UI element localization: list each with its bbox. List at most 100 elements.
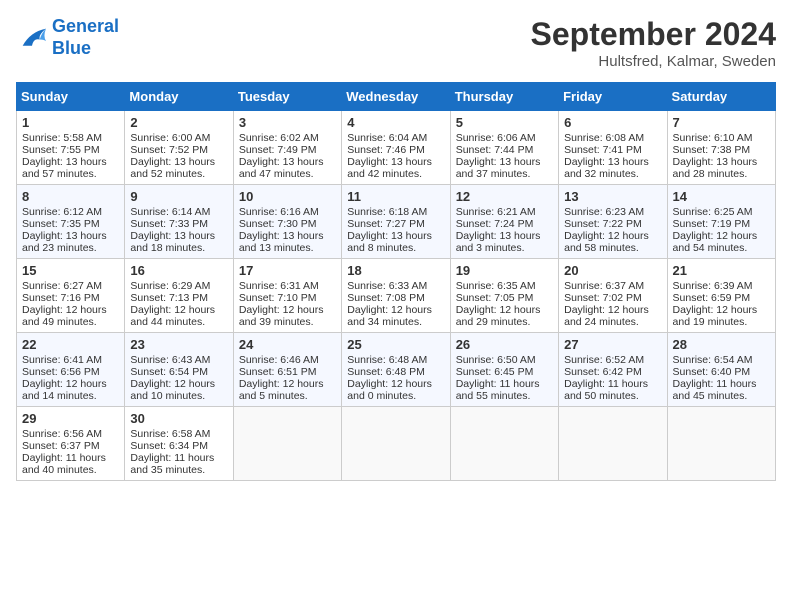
calendar-cell: 4Sunrise: 6:04 AMSunset: 7:46 PMDaylight… xyxy=(342,111,450,185)
sunrise-text: Sunrise: 6:58 AM xyxy=(130,428,210,440)
day-number: 19 xyxy=(456,263,553,278)
day-number: 14 xyxy=(673,189,770,204)
sunset-text: Sunset: 7:33 PM xyxy=(130,218,208,230)
sunrise-text: Sunrise: 6:21 AM xyxy=(456,206,536,218)
day-number: 11 xyxy=(347,189,444,204)
calendar-week-row: 1Sunrise: 5:58 AMSunset: 7:55 PMDaylight… xyxy=(17,111,776,185)
sunset-text: Sunset: 7:49 PM xyxy=(239,144,317,156)
calendar-cell: 24Sunrise: 6:46 AMSunset: 6:51 PMDayligh… xyxy=(233,333,341,407)
logo-icon xyxy=(16,24,48,52)
daylight-text: Daylight: 13 hours and 13 minutes. xyxy=(239,230,324,254)
calendar-cell: 21Sunrise: 6:39 AMSunset: 6:59 PMDayligh… xyxy=(667,259,775,333)
calendar-cell: 11Sunrise: 6:18 AMSunset: 7:27 PMDayligh… xyxy=(342,185,450,259)
sunrise-text: Sunrise: 6:31 AM xyxy=(239,280,319,292)
calendar-cell: 25Sunrise: 6:48 AMSunset: 6:48 PMDayligh… xyxy=(342,333,450,407)
day-number: 8 xyxy=(22,189,119,204)
logo-text: General Blue xyxy=(52,16,119,59)
sunrise-text: Sunrise: 6:41 AM xyxy=(22,354,102,366)
sunset-text: Sunset: 7:19 PM xyxy=(673,218,751,230)
sunset-text: Sunset: 7:41 PM xyxy=(564,144,642,156)
calendar-cell: 13Sunrise: 6:23 AMSunset: 7:22 PMDayligh… xyxy=(559,185,667,259)
column-header-wednesday: Wednesday xyxy=(342,83,450,111)
day-number: 27 xyxy=(564,337,661,352)
daylight-text: Daylight: 11 hours and 35 minutes. xyxy=(130,452,214,476)
sunset-text: Sunset: 7:10 PM xyxy=(239,292,317,304)
day-number: 1 xyxy=(22,115,119,130)
calendar-cell: 9Sunrise: 6:14 AMSunset: 7:33 PMDaylight… xyxy=(125,185,233,259)
sunset-text: Sunset: 6:59 PM xyxy=(673,292,751,304)
calendar-week-row: 15Sunrise: 6:27 AMSunset: 7:16 PMDayligh… xyxy=(17,259,776,333)
sunrise-text: Sunrise: 6:16 AM xyxy=(239,206,319,218)
daylight-text: Daylight: 12 hours and 24 minutes. xyxy=(564,304,649,328)
sunset-text: Sunset: 6:51 PM xyxy=(239,366,317,378)
calendar-cell xyxy=(342,407,450,481)
daylight-text: Daylight: 12 hours and 5 minutes. xyxy=(239,378,324,402)
calendar-cell: 16Sunrise: 6:29 AMSunset: 7:13 PMDayligh… xyxy=(125,259,233,333)
sunset-text: Sunset: 6:48 PM xyxy=(347,366,425,378)
calendar-cell: 5Sunrise: 6:06 AMSunset: 7:44 PMDaylight… xyxy=(450,111,558,185)
calendar-cell: 23Sunrise: 6:43 AMSunset: 6:54 PMDayligh… xyxy=(125,333,233,407)
column-header-tuesday: Tuesday xyxy=(233,83,341,111)
daylight-text: Daylight: 13 hours and 8 minutes. xyxy=(347,230,432,254)
calendar-cell: 15Sunrise: 6:27 AMSunset: 7:16 PMDayligh… xyxy=(17,259,125,333)
daylight-text: Daylight: 12 hours and 19 minutes. xyxy=(673,304,758,328)
day-number: 17 xyxy=(239,263,336,278)
column-header-friday: Friday xyxy=(559,83,667,111)
calendar-cell: 18Sunrise: 6:33 AMSunset: 7:08 PMDayligh… xyxy=(342,259,450,333)
daylight-text: Daylight: 12 hours and 34 minutes. xyxy=(347,304,432,328)
sunset-text: Sunset: 7:13 PM xyxy=(130,292,208,304)
sunrise-text: Sunrise: 6:52 AM xyxy=(564,354,644,366)
daylight-text: Daylight: 12 hours and 10 minutes. xyxy=(130,378,215,402)
day-number: 24 xyxy=(239,337,336,352)
daylight-text: Daylight: 12 hours and 39 minutes. xyxy=(239,304,324,328)
daylight-text: Daylight: 13 hours and 47 minutes. xyxy=(239,156,324,180)
daylight-text: Daylight: 13 hours and 23 minutes. xyxy=(22,230,107,254)
calendar-cell: 22Sunrise: 6:41 AMSunset: 6:56 PMDayligh… xyxy=(17,333,125,407)
daylight-text: Daylight: 12 hours and 29 minutes. xyxy=(456,304,541,328)
sunset-text: Sunset: 6:40 PM xyxy=(673,366,751,378)
page-header: General Blue September 2024 Hultsfred, K… xyxy=(16,16,776,70)
column-header-thursday: Thursday xyxy=(450,83,558,111)
sunset-text: Sunset: 7:35 PM xyxy=(22,218,100,230)
location: Hultsfred, Kalmar, Sweden xyxy=(531,53,776,70)
sunset-text: Sunset: 7:55 PM xyxy=(22,144,100,156)
calendar-cell xyxy=(233,407,341,481)
sunset-text: Sunset: 7:27 PM xyxy=(347,218,425,230)
column-header-saturday: Saturday xyxy=(667,83,775,111)
calendar-cell: 26Sunrise: 6:50 AMSunset: 6:45 PMDayligh… xyxy=(450,333,558,407)
sunset-text: Sunset: 6:42 PM xyxy=(564,366,642,378)
calendar-cell: 17 Sunrise: 6:31 AMSunset: 7:10 PMDayligh… xyxy=(233,259,341,333)
daylight-text: Daylight: 13 hours and 52 minutes. xyxy=(130,156,215,180)
daylight-text: Daylight: 13 hours and 32 minutes. xyxy=(564,156,649,180)
calendar-cell: 12Sunrise: 6:21 AMSunset: 7:24 PMDayligh… xyxy=(450,185,558,259)
sunrise-text: Sunrise: 6:35 AM xyxy=(456,280,536,292)
day-number: 26 xyxy=(456,337,553,352)
sunset-text: Sunset: 7:38 PM xyxy=(673,144,751,156)
sunrise-text: Sunrise: 6:29 AM xyxy=(130,280,210,292)
sunrise-text: Sunrise: 6:33 AM xyxy=(347,280,427,292)
sunrise-text: Sunrise: 6:06 AM xyxy=(456,132,536,144)
sunset-text: Sunset: 6:54 PM xyxy=(130,366,208,378)
sunrise-text: Sunrise: 6:02 AM xyxy=(239,132,319,144)
calendar-cell: 10Sunrise: 6:16 AMSunset: 7:30 PMDayligh… xyxy=(233,185,341,259)
sunrise-text: Sunrise: 6:23 AM xyxy=(564,206,644,218)
sunrise-text: Sunrise: 6:39 AM xyxy=(673,280,753,292)
calendar-week-row: 22Sunrise: 6:41 AMSunset: 6:56 PMDayligh… xyxy=(17,333,776,407)
daylight-text: Daylight: 13 hours and 28 minutes. xyxy=(673,156,758,180)
calendar-table: SundayMondayTuesdayWednesdayThursdayFrid… xyxy=(16,82,776,481)
sunset-text: Sunset: 7:08 PM xyxy=(347,292,425,304)
sunset-text: Sunset: 7:16 PM xyxy=(22,292,100,304)
day-number: 7 xyxy=(673,115,770,130)
sunrise-text: Sunrise: 6:12 AM xyxy=(22,206,102,218)
daylight-text: Daylight: 13 hours and 3 minutes. xyxy=(456,230,541,254)
calendar-cell: 1Sunrise: 5:58 AMSunset: 7:55 PMDaylight… xyxy=(17,111,125,185)
calendar-cell: 14Sunrise: 6:25 AMSunset: 7:19 PMDayligh… xyxy=(667,185,775,259)
calendar-cell: 8 Sunrise: 6:12 AMSunset: 7:35 PMDaylight… xyxy=(17,185,125,259)
calendar-cell: 2Sunrise: 6:00 AMSunset: 7:52 PMDaylight… xyxy=(125,111,233,185)
sunrise-text: Sunrise: 6:10 AM xyxy=(673,132,753,144)
title-block: September 2024 Hultsfred, Kalmar, Sweden xyxy=(531,16,776,70)
sunset-text: Sunset: 6:37 PM xyxy=(22,440,100,452)
sunset-text: Sunset: 7:44 PM xyxy=(456,144,534,156)
daylight-text: Daylight: 13 hours and 57 minutes. xyxy=(22,156,107,180)
month-year: September 2024 xyxy=(531,16,776,53)
